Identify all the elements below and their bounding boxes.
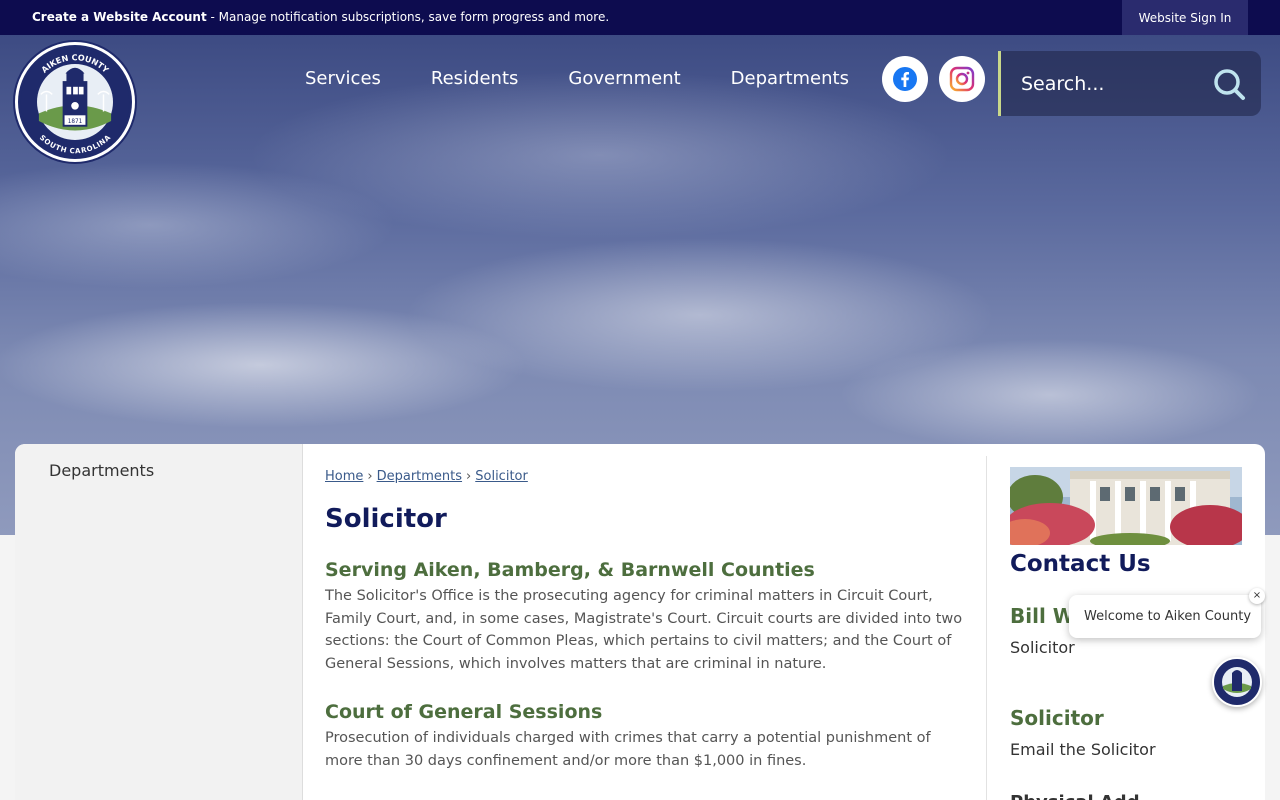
contact-name: Bill W [1010, 604, 1075, 628]
sidebar-item-departments[interactable]: Departments [49, 461, 154, 480]
search-input[interactable] [1021, 69, 1201, 99]
section-text-general-sessions: Prosecution of individuals charged with … [325, 730, 931, 769]
create-account-link[interactable]: Create a Website Account - Manage notifi… [32, 10, 609, 24]
section-heading-serving: Serving Aiken, Bamberg, & Barnwell Count… [325, 559, 815, 581]
contact-department: Solicitor [1010, 706, 1104, 730]
section-text-serving: The Solicitor's Office is the prosecutin… [325, 588, 963, 672]
search-icon [1214, 69, 1245, 100]
breadcrumb-home[interactable]: Home [325, 469, 363, 484]
site-search [998, 51, 1261, 116]
nav-services[interactable]: Services [280, 62, 406, 100]
breadcrumb-solicitor[interactable]: Solicitor [475, 469, 528, 484]
courthouse-photo [1010, 467, 1242, 545]
facebook-icon [893, 67, 917, 91]
contact-us-title: Contact Us [1010, 551, 1151, 577]
top-bar: Create a Website Account - Manage notifi… [0, 0, 1280, 35]
logo-year: 1871 [68, 119, 83, 125]
county-seal-icon [1215, 660, 1259, 704]
section-heading-general-sessions: Court of General Sessions [325, 701, 603, 723]
chat-avatar-button[interactable] [1212, 657, 1262, 707]
column-divider [986, 456, 987, 800]
aiken-county-seal-logo[interactable]: 1871 AIKEN COUNTY SOUTH CAROLINA [15, 42, 135, 162]
search-button[interactable] [1211, 66, 1247, 102]
chat-welcome-text: Welcome to Aiken County [1084, 609, 1252, 624]
physical-address-heading: Physical Add [1010, 792, 1140, 800]
breadcrumb: Home › Departments › Solicitor [325, 469, 528, 484]
instagram-icon [949, 66, 975, 92]
nav-residents[interactable]: Residents [406, 62, 544, 100]
chat-welcome-bubble[interactable]: Welcome to Aiken County [1069, 595, 1261, 638]
main-navigation: Services Residents Government Department… [280, 62, 874, 100]
page-title: Solicitor [325, 504, 447, 534]
website-sign-in-button[interactable]: Website Sign In [1122, 0, 1248, 35]
breadcrumb-separator: › [367, 469, 373, 484]
create-account-strong: Create a Website Account [32, 10, 207, 24]
instagram-link[interactable] [939, 56, 985, 102]
facebook-link[interactable] [882, 56, 928, 102]
close-icon: × [1252, 590, 1262, 601]
email-solicitor-link[interactable]: Email the Solicitor [1010, 740, 1156, 759]
sidebar: Departments [15, 444, 303, 800]
chat-close-button[interactable]: × [1249, 588, 1265, 604]
nav-departments[interactable]: Departments [706, 62, 874, 100]
breadcrumb-separator: › [466, 469, 472, 484]
breadcrumb-departments[interactable]: Departments [377, 469, 462, 484]
nav-government[interactable]: Government [543, 62, 705, 100]
contact-role: Solicitor [1010, 638, 1075, 657]
create-account-description: - Manage notification subscriptions, sav… [206, 10, 610, 24]
